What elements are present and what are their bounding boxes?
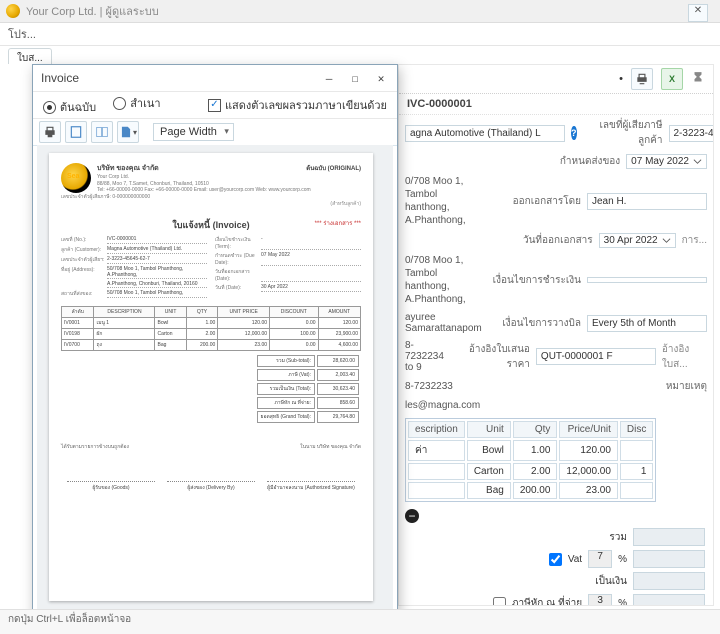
billcycle-label: เงื่อนไขการวางบิล [501, 316, 581, 331]
print-button[interactable] [39, 121, 61, 143]
wht-pct[interactable]: 3 [588, 594, 612, 606]
due-date-picker[interactable]: 07 May 2022 [626, 154, 707, 169]
quote-more-label: อ้างอิงใบส... [662, 342, 707, 372]
payterm-field[interactable] [587, 277, 707, 283]
quote-field[interactable]: QUT-0000001 F [536, 348, 656, 365]
issuedate-more-label: การ... [682, 233, 707, 248]
net-label: เป็นเงิน [595, 574, 627, 589]
col-qty: Qty [513, 421, 558, 438]
workspace: • X IVC-0000001 agna Automotive (Thailan… [0, 64, 720, 612]
customer-field[interactable]: agna Automotive (Thailand) L [405, 125, 565, 142]
net-value [633, 572, 705, 590]
dialog-titlebar[interactable]: Invoice — ☐ ✕ [33, 65, 397, 92]
app-logo-icon [6, 4, 20, 18]
company-logo-icon [61, 163, 91, 193]
doc-number: IVC-0000001 [399, 94, 713, 115]
preview-page: ต้นฉบับ (ORIGINAL) บริษัท ของคุณ จำกัด Y… [49, 153, 373, 601]
minimize-button[interactable]: — [321, 72, 337, 85]
dialog-options: ต้นฉบับ สำเนา ✓แสดงตัวเลขผลรวมภาษาเขียนด… [33, 92, 397, 119]
col-unit: Unit [467, 421, 511, 438]
zoom-select[interactable]: Page Width [153, 123, 234, 141]
vat-checkbox[interactable] [549, 553, 562, 566]
menubar[interactable]: โปร... [0, 23, 720, 46]
col-price: Price/Unit [559, 421, 618, 438]
issuedate-label: วันที่ออกเอกสาร [513, 233, 593, 248]
table-row: Carton2.0012,000.001 [408, 463, 653, 480]
table-row: ค่าBowl1.00120.00 [408, 440, 653, 461]
line-items-grid[interactable]: escription Unit Qty Price/Unit Disc ค่าB… [405, 418, 656, 502]
contact-email: les@magna.com [405, 400, 707, 411]
export-button[interactable]: ▾ [117, 121, 139, 143]
remark-label: หมายเหตุ [627, 379, 707, 394]
col-disc: Disc [620, 421, 653, 438]
remove-line-button[interactable]: − [405, 509, 419, 523]
app-title: Your Corp Ltd. | ผู้ดูแลระบบ [26, 2, 159, 20]
bullet-icon: • [619, 73, 623, 85]
sum-value [633, 528, 705, 546]
issuer-field[interactable]: Jean H. [587, 193, 707, 210]
table-row: Bag200.0023.00 [408, 482, 653, 499]
preview-items-table: ลำดับDESCRIPTIONUNITQTYUNIT PRICEDISCOUN… [61, 306, 361, 351]
vat-pct[interactable]: 7 [588, 550, 612, 568]
draft-watermark: *** ร่างเอกสาร *** [315, 218, 361, 228]
dialog-title: Invoice [41, 71, 79, 85]
form-toolbar: • X [399, 65, 713, 94]
checkbox-show-summary[interactable]: ✓แสดงตัวเลขผลรวมภาษาเขียนด้วย [208, 96, 387, 114]
payterm-label: เงื่อนไขการชำระเงิน [493, 273, 581, 288]
billcycle-field[interactable]: Every 5th of Month [587, 315, 707, 332]
col-desc: escription [408, 421, 465, 438]
contact-phone: 8-7232234 to 9 [405, 340, 444, 373]
due-label: กำหนดส่งของ [540, 154, 620, 169]
document-title: ใบแจ้งหนี้ (Invoice) *** ร่างเอกสาร *** [61, 218, 361, 232]
issue-date-picker[interactable]: 30 Apr 2022 [599, 233, 676, 248]
document-meta: เลขที่ (No.):IVC-0000001 ลูกค้า (Custome… [61, 236, 361, 300]
shipping-address: 0/708 Moo 1, Tambolhanthong, A.Phanthong… [405, 254, 487, 306]
company-address: Your Corp Ltd. 88/88, Moo 7, T.Samet, Ch… [61, 174, 361, 200]
page-layout-button[interactable] [65, 121, 87, 143]
quote-label: อ้างอิงใบเสนอราคา [450, 342, 530, 372]
wht-value [633, 594, 705, 606]
original-stamp: ต้นฉบับ (ORIGINAL) [306, 163, 361, 173]
taxid-label: เลขที่ผู้เสียภาษีลูกค้า [583, 118, 663, 148]
radio-original[interactable]: ต้นฉบับ [43, 98, 96, 116]
issuer-label: ออกเอกสารโดย [501, 194, 581, 209]
print-preview-dialog: Invoice — ☐ ✕ ต้นฉบับ สำเนา ✓แสดงตัวเลขผ… [32, 64, 398, 630]
lookup-customer-button[interactable]: ? [571, 126, 577, 140]
contact-name: ayuree Samarattanapom [405, 312, 495, 334]
billing-address: 0/708 Moo 1, Tambolhanthong, A.Phanthong… [405, 175, 495, 227]
maximize-button[interactable]: ☐ [347, 72, 363, 85]
export-excel-button[interactable]: X [661, 68, 683, 90]
tab-close-button[interactable]: ✕ [688, 4, 708, 22]
preview-toolbar: ▾ Page Width [33, 119, 397, 146]
close-button[interactable]: ✕ [373, 72, 389, 85]
sum-label: รวม [609, 530, 627, 545]
vat-label: Vat [568, 554, 582, 565]
vat-value [633, 550, 705, 568]
invoice-form-pane: • X IVC-0000001 agna Automotive (Thailan… [398, 64, 714, 606]
preview-viewport[interactable]: ต้นฉบับ (ORIGINAL) บริษัท ของคุณ จำกัด Y… [37, 145, 393, 613]
taxid-field[interactable]: 2-3223-45645-62-7 [669, 125, 715, 142]
hourglass-icon [691, 71, 705, 88]
radio-copy[interactable]: สำเนา [113, 94, 160, 112]
two-page-button[interactable] [91, 121, 113, 143]
statusbar: กดปุ่ม Ctrl+L เพื่อล็อตหน้าจอ [0, 609, 720, 634]
signature-block: ผู้รับของ (Goods) ผู้ส่งของ (Delivery By… [61, 481, 361, 492]
preview-totals: รวม (Sub-total):28,620.00 ภาษี (Vat):2,0… [61, 353, 361, 425]
print-button[interactable] [631, 68, 653, 90]
wht-label: ภาษีหัก ณ ที่จ่าย [512, 596, 582, 607]
wht-checkbox[interactable] [493, 597, 506, 607]
main-titlebar: Your Corp Ltd. | ผู้ดูแลระบบ [0, 0, 720, 23]
contact-fax: 8-7232233 [405, 381, 621, 392]
